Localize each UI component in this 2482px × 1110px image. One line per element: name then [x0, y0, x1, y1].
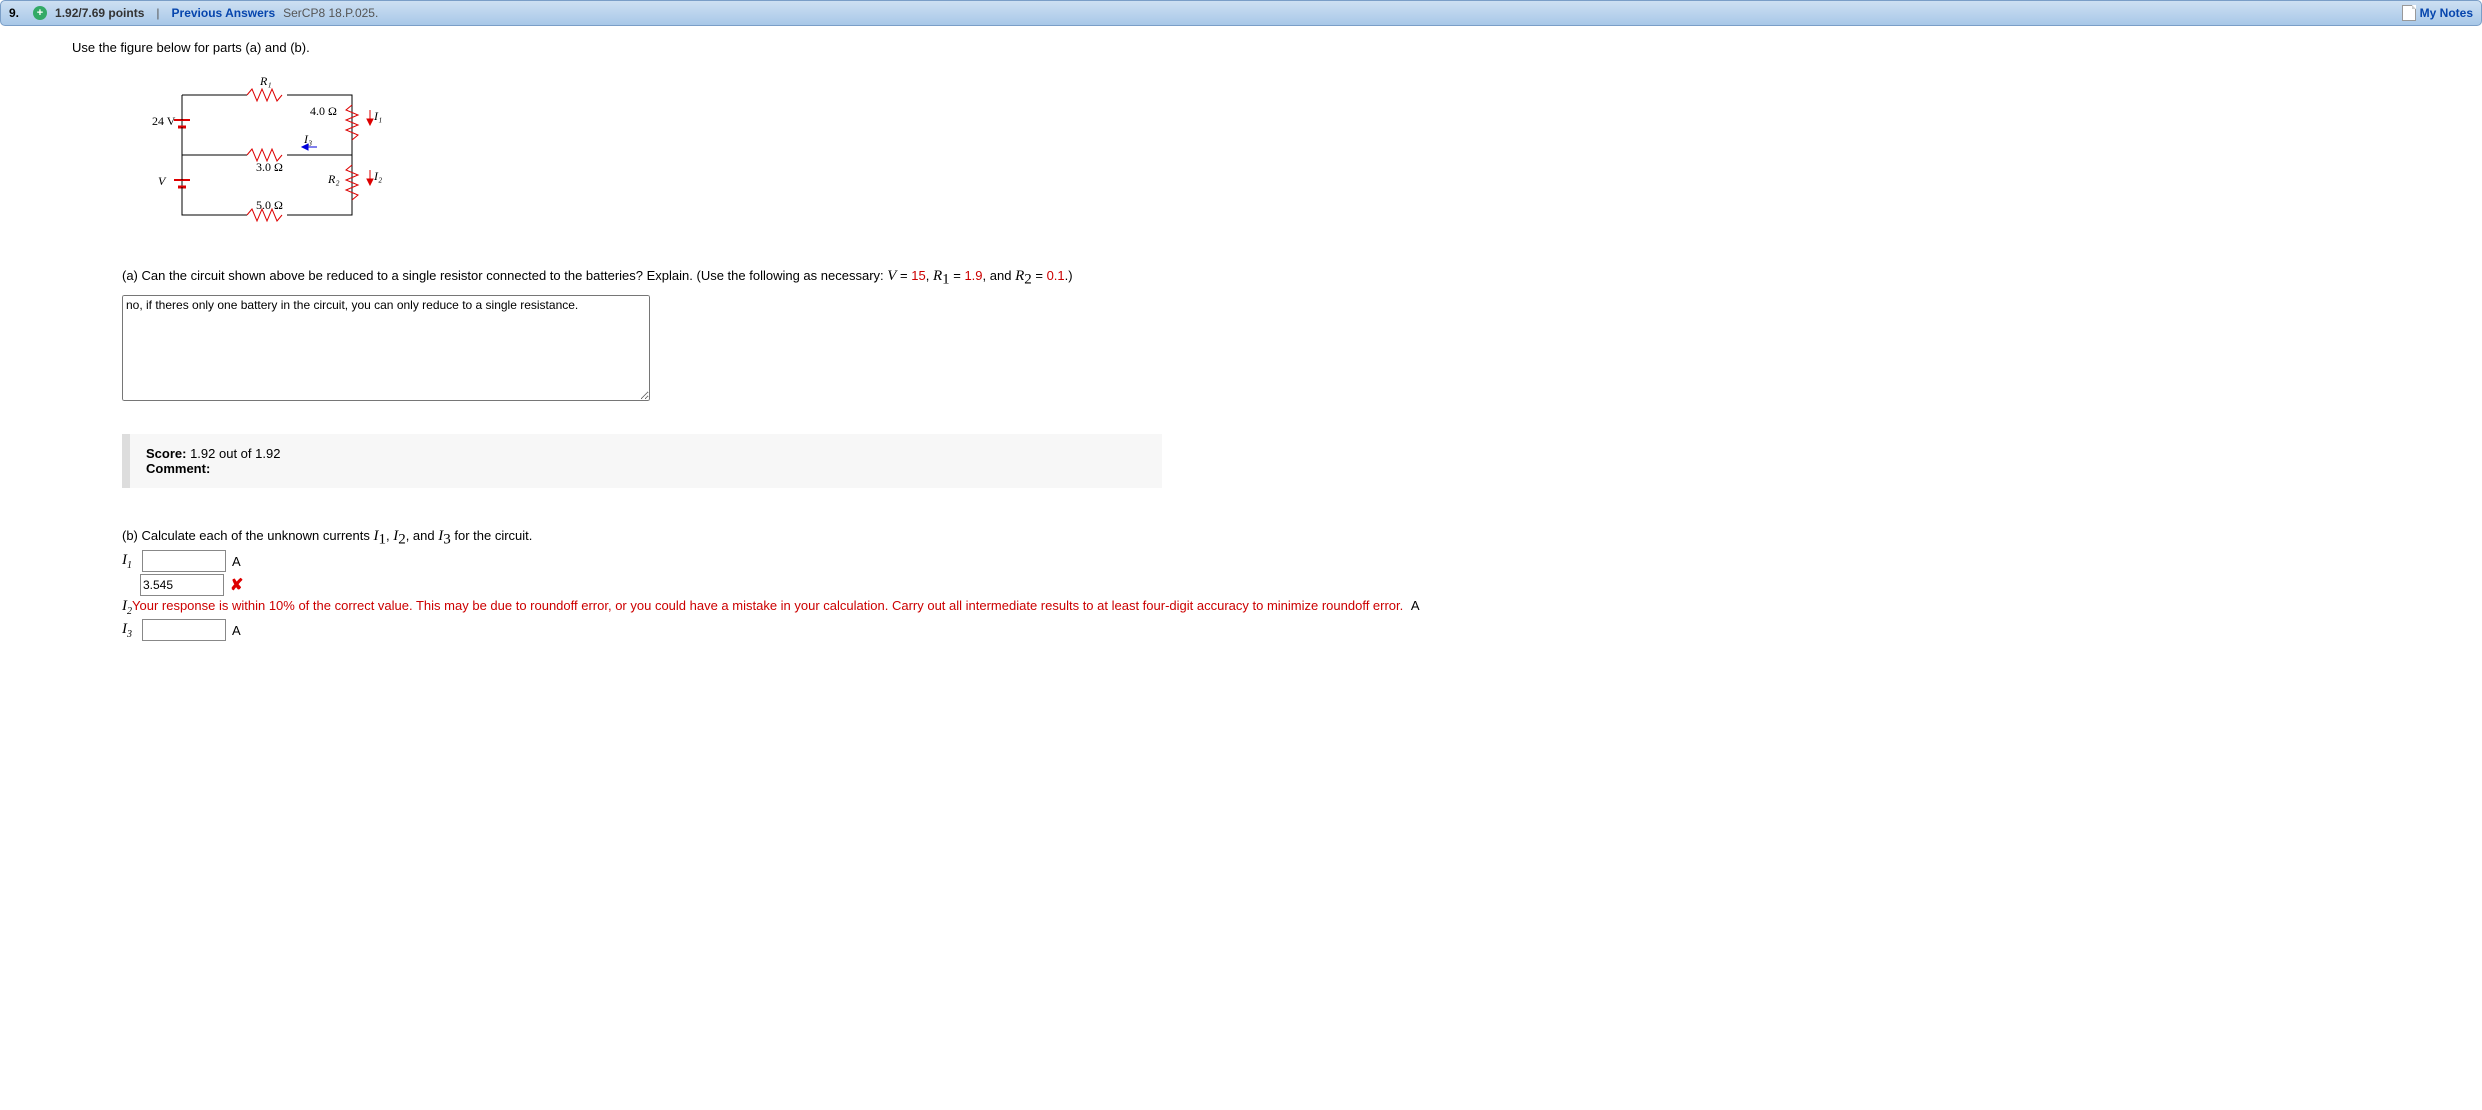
label-i1: I₁	[373, 109, 382, 123]
score-value: 1.92 out of 1.92	[186, 446, 280, 461]
circuit-diagram: R₁ 24 V 4.0 Ω I₁ I₃ 3.0 Ω V R₂ I₂ 5.0 Ω	[152, 65, 412, 245]
i3-input[interactable]	[142, 619, 226, 641]
question-number: 9.	[9, 6, 19, 20]
part-a-answer-textarea[interactable]	[122, 295, 650, 401]
label-r2: R₂	[327, 172, 340, 186]
part-b-question: (b) Calculate each of the unknown curren…	[122, 528, 2482, 549]
part-a-text: (a) Can the circuit shown above be reduc…	[122, 268, 887, 283]
label-24v: 24 V	[152, 114, 176, 128]
i3-unit: A	[232, 623, 241, 638]
label-4ohm: 4.0 Ω	[310, 104, 337, 118]
feedback-box: Score: 1.92 out of 1.92 Comment:	[122, 434, 1162, 488]
my-notes-label: My Notes	[2420, 6, 2473, 20]
var-r2: R	[1015, 268, 1024, 284]
i2-input-row: ✘	[140, 574, 2482, 596]
i2-unit: A	[1411, 598, 1420, 613]
val-r1: 1.9	[964, 268, 982, 283]
i2-row: I2Your response is within 10% of the cor…	[122, 598, 2482, 617]
label-5ohm: 5.0 Ω	[256, 198, 283, 212]
question-body: Use the figure below for parts (a) and (…	[0, 26, 2482, 663]
label-i3: I₃	[303, 132, 312, 146]
i1-unit: A	[232, 554, 241, 569]
label-v: V	[158, 174, 167, 188]
expand-icon[interactable]: +	[33, 6, 47, 20]
label-r1: R₁	[259, 74, 272, 88]
val-r2: 0.1	[1047, 268, 1065, 283]
separator: |	[156, 6, 159, 20]
i2-feedback: Your response is within 10% of the corre…	[132, 598, 1403, 613]
part-b: (b) Calculate each of the unknown curren…	[122, 528, 2482, 642]
label-3ohm: 3.0 Ω	[256, 160, 283, 174]
var-r1: R	[933, 268, 942, 284]
previous-answers-link[interactable]: Previous Answers	[172, 6, 276, 20]
part-a-question: (a) Can the circuit shown above be reduc…	[122, 268, 2482, 289]
i3-row: I3 A	[122, 619, 2482, 641]
my-notes-link[interactable]: My Notes	[2402, 5, 2473, 21]
i1-input[interactable]	[142, 550, 226, 572]
i1-label: I1	[122, 552, 140, 571]
score-label: Score:	[146, 446, 186, 461]
question-ref: SerCP8 18.P.025.	[283, 6, 378, 20]
label-i2: I₂	[373, 169, 382, 183]
points-display: 1.92/7.69 points	[55, 6, 144, 20]
circuit-figure: R₁ 24 V 4.0 Ω I₁ I₃ 3.0 Ω V R₂ I₂ 5.0 Ω	[152, 65, 2482, 248]
i3-label: I3	[122, 621, 140, 640]
i2-input[interactable]	[140, 574, 224, 596]
i1-row: I1 A	[122, 550, 2482, 572]
question-header: 9. + 1.92/7.69 points | Previous Answers…	[0, 0, 2482, 26]
notes-icon	[2402, 5, 2416, 21]
i2-label: I2	[122, 598, 132, 614]
comment-label: Comment:	[146, 461, 210, 476]
header-left: 9. + 1.92/7.69 points | Previous Answers…	[9, 6, 378, 20]
incorrect-icon: ✘	[230, 575, 243, 595]
question-prompt: Use the figure below for parts (a) and (…	[72, 40, 2482, 55]
val-v: 15	[911, 268, 925, 283]
